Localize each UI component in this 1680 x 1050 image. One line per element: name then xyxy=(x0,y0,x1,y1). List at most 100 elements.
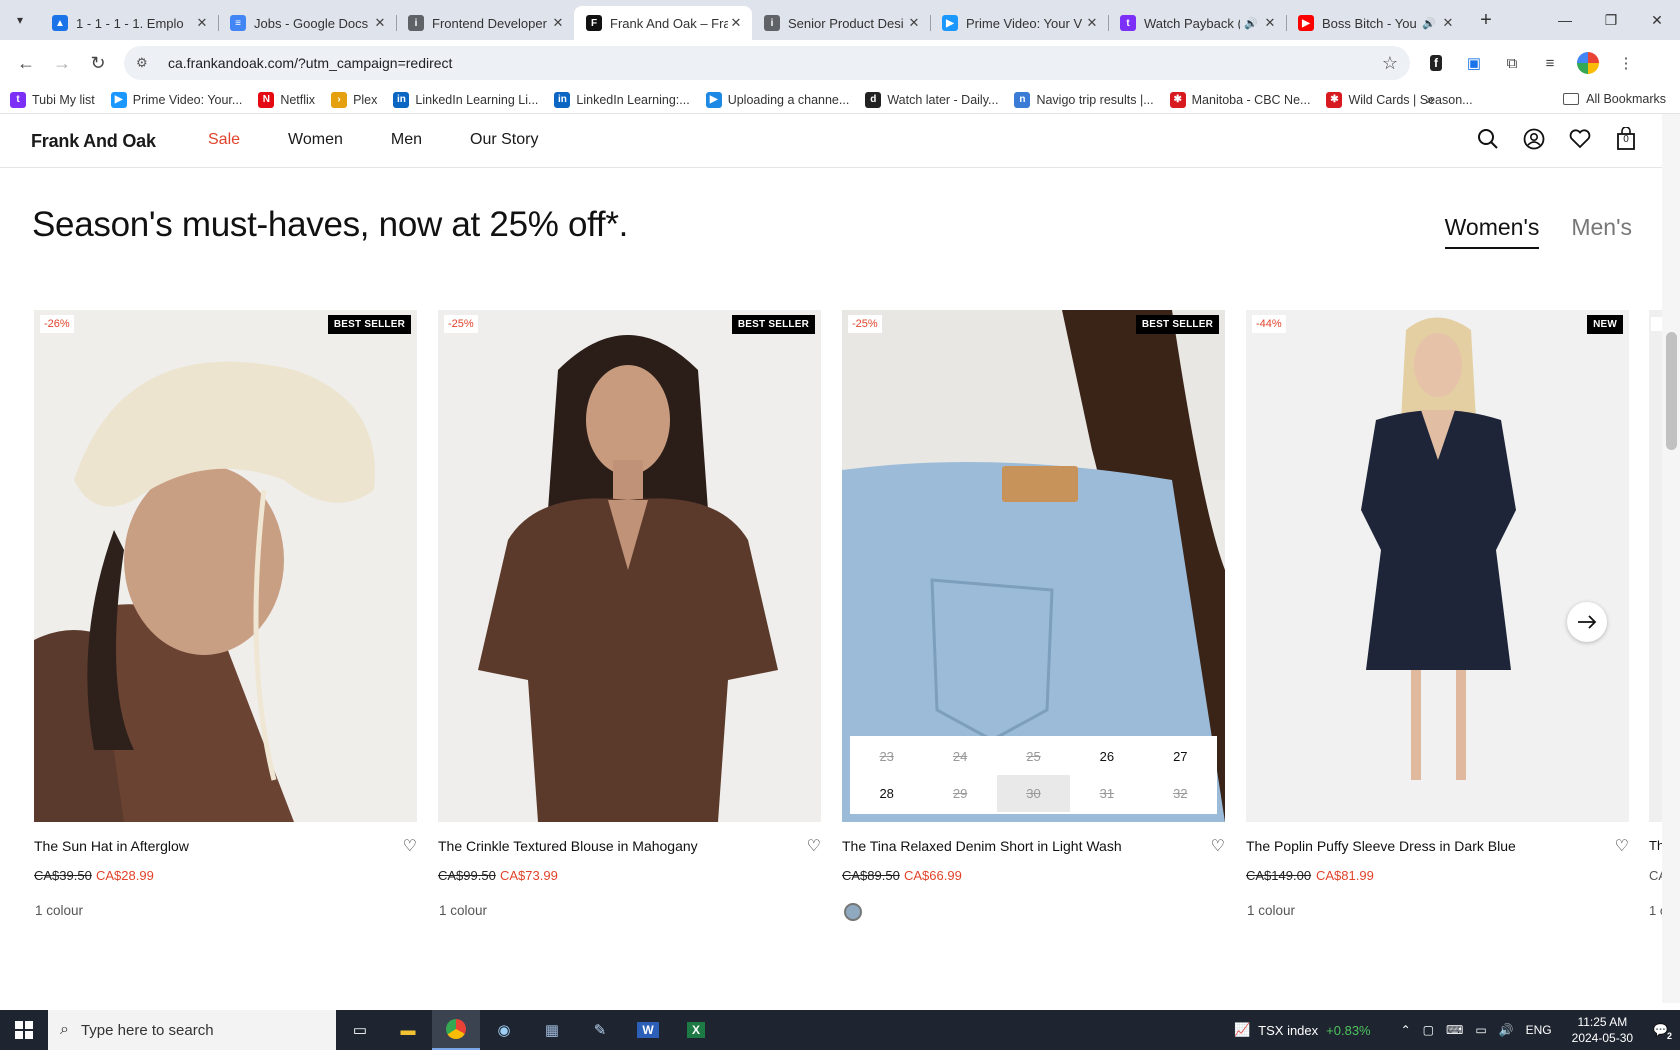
colour-swatch-light-wash[interactable] xyxy=(844,903,862,921)
meet-now-icon[interactable]: ▢ xyxy=(1423,1023,1434,1037)
new-tab-button[interactable]: + xyxy=(1470,9,1502,32)
tsx-widget[interactable]: 📈 TSX index +0.83% xyxy=(1234,1022,1371,1038)
profile-avatar[interactable] xyxy=(1574,49,1602,77)
notifications-icon[interactable]: 💬 2 xyxy=(1653,1023,1672,1041)
bookmark-item[interactable]: d Watch later - Daily... xyxy=(865,91,998,108)
url-text[interactable]: ca.frankandoak.com/?utm_campaign=redirec… xyxy=(168,55,1382,71)
bookmark-item[interactable]: ✱ Manitoba - CBC Ne... xyxy=(1169,91,1310,108)
excel-icon[interactable]: X xyxy=(672,1010,720,1050)
product-image[interactable]: -25% BEST SELLER 23 24 25 26 27 28 29 30 31 32 xyxy=(842,310,1225,822)
clock[interactable]: 11:25 AM 2024-05-30 xyxy=(1572,1014,1633,1046)
start-button[interactable] xyxy=(0,1010,48,1050)
bookmark-item[interactable]: in LinkedIn Learning:... xyxy=(554,91,690,108)
product-image[interactable]: -44% NEW xyxy=(1246,310,1629,822)
size-option[interactable]: 24 xyxy=(923,738,996,775)
close-tab-icon[interactable]: ✕ xyxy=(550,15,566,31)
media-control-icon[interactable]: ≡ xyxy=(1536,49,1564,77)
tab-womens[interactable]: Women's xyxy=(1444,214,1540,249)
carousel-next-button[interactable] xyxy=(1567,602,1607,642)
size-option[interactable]: 28 xyxy=(850,775,923,812)
account-icon[interactable] xyxy=(1522,126,1546,152)
product-card[interactable]: -26% BEST SELLER The Sun Hat in Afterglo… xyxy=(34,310,417,918)
product-image[interactable]: -25% BEST SELLER xyxy=(438,310,821,822)
product-name[interactable]: The Poplin Puffy Sleeve Dress in Dark Bl… xyxy=(1246,838,1516,854)
size-option[interactable]: 25 xyxy=(997,738,1070,775)
size-option[interactable]: 23 xyxy=(850,738,923,775)
reload-icon[interactable]: ↻ xyxy=(80,45,116,81)
favorite-heart-icon[interactable]: ♡ xyxy=(1615,836,1629,856)
chrome-icon[interactable] xyxy=(432,1010,480,1050)
bookmark-item[interactable]: › Plex xyxy=(331,91,377,108)
product-image[interactable]: -26% BEST SELLER xyxy=(34,310,417,822)
paint-icon[interactable]: ◉ xyxy=(480,1010,528,1050)
size-option[interactable]: 27 xyxy=(1144,738,1217,775)
bookmark-item[interactable]: n Navigo trip results |... xyxy=(1014,91,1154,108)
more-bookmarks-icon[interactable]: » xyxy=(1426,91,1434,107)
browser-tab[interactable]: ▶ Boss Bitch - You 🔊 ✕ xyxy=(1286,6,1464,40)
bookmark-star-icon[interactable]: ☆ xyxy=(1382,53,1398,74)
close-tab-icon[interactable]: ✕ xyxy=(372,15,388,31)
browser-tab[interactable]: F Frank And Oak – Fra ✕ xyxy=(574,6,752,40)
size-option[interactable]: 31 xyxy=(1070,775,1143,812)
close-tab-icon[interactable]: ✕ xyxy=(1084,15,1100,31)
browser-tab[interactable]: i Senior Product Desi ✕ xyxy=(752,6,930,40)
close-tab-icon[interactable]: ✕ xyxy=(1262,15,1278,31)
size-option[interactable]: 32 xyxy=(1144,775,1217,812)
word-icon[interactable]: W xyxy=(624,1010,672,1050)
audio-playing-icon[interactable]: 🔊 xyxy=(1422,17,1436,30)
chevron-up-icon[interactable]: ⌃ xyxy=(1401,1023,1411,1037)
language-indicator[interactable]: ENG xyxy=(1526,1023,1552,1037)
extension-icon[interactable]: f xyxy=(1422,49,1450,77)
scrollbar-thumb[interactable] xyxy=(1666,332,1677,450)
back-icon[interactable]: ← xyxy=(8,45,44,81)
close-tab-icon[interactable]: ✕ xyxy=(906,15,922,31)
product-card[interactable]: -25% BEST SELLER The Crinkle Textured Bl… xyxy=(438,310,821,918)
bookmark-item[interactable]: N Netflix xyxy=(258,91,315,108)
favorite-heart-icon[interactable]: ♡ xyxy=(807,836,821,856)
address-bar[interactable]: ⚙ ca.frankandoak.com/?utm_campaign=redir… xyxy=(124,46,1410,80)
favorite-heart-icon[interactable]: ♡ xyxy=(1211,836,1225,856)
network-icon[interactable]: ⌨ xyxy=(1446,1023,1463,1037)
close-tab-icon[interactable]: ✕ xyxy=(728,15,744,31)
browser-tab[interactable]: ▶ Prime Video: Your V ✕ xyxy=(930,6,1108,40)
forward-icon[interactable]: → xyxy=(44,45,80,81)
taskbar-search[interactable]: ⌕ Type here to search xyxy=(48,1010,336,1050)
nav-our-story[interactable]: Our Story xyxy=(470,131,538,149)
puzzle-icon[interactable]: ⧉ xyxy=(1498,49,1526,77)
restore-icon[interactable]: ❐ xyxy=(1588,0,1634,40)
bookmark-item[interactable]: in LinkedIn Learning Li... xyxy=(393,91,538,108)
search-icon[interactable] xyxy=(1476,126,1500,152)
close-window-icon[interactable]: ✕ xyxy=(1634,0,1680,40)
snipping-tool-icon[interactable]: ✎ xyxy=(576,1010,624,1050)
audio-playing-icon[interactable]: 🔊 xyxy=(1244,17,1258,30)
product-name[interactable]: The Sun Hat in Afterglow xyxy=(34,838,189,854)
nav-sale[interactable]: Sale xyxy=(208,131,240,149)
extension-icon[interactable]: ▣ xyxy=(1460,49,1488,77)
browser-tab[interactable]: i Frontend Developer ✕ xyxy=(396,6,574,40)
browser-tab[interactable]: t Watch Payback (🔊 ✕ xyxy=(1108,6,1286,40)
volume-icon[interactable]: 🔊 xyxy=(1499,1023,1514,1037)
size-option[interactable]: 26 xyxy=(1070,738,1143,775)
menu-icon[interactable]: ⋮ xyxy=(1612,49,1640,77)
task-view-icon[interactable]: ▭ xyxy=(336,1010,384,1050)
bookmark-item[interactable]: ▶ Prime Video: Your... xyxy=(110,91,242,108)
file-explorer-icon[interactable]: ▬ xyxy=(384,1010,432,1050)
product-name[interactable]: The Crinkle Textured Blouse in Mahogany xyxy=(438,838,698,854)
browser-tab[interactable]: ≡ Jobs - Google Docs ✕ xyxy=(218,6,396,40)
close-tab-icon[interactable]: ✕ xyxy=(194,15,210,31)
tab-search-button[interactable]: ▾ xyxy=(0,0,40,40)
wishlist-heart-icon[interactable] xyxy=(1568,126,1592,152)
bookmark-item[interactable]: t Tubi My list xyxy=(10,91,95,108)
cart-icon[interactable]: 0 xyxy=(1614,126,1638,152)
favorite-heart-icon[interactable]: ♡ xyxy=(403,836,417,856)
bookmark-item[interactable]: ✱ Wild Cards | Season... xyxy=(1326,91,1473,108)
display-icon[interactable]: ▭ xyxy=(1475,1023,1486,1037)
site-logo[interactable]: Frank And Oak xyxy=(31,131,156,152)
close-tab-icon[interactable]: ✕ xyxy=(1440,15,1456,31)
page-scrollbar[interactable] xyxy=(1662,114,1680,1003)
minimize-icon[interactable]: — xyxy=(1542,0,1588,40)
nav-women[interactable]: Women xyxy=(288,131,343,149)
calculator-icon[interactable]: ▦ xyxy=(528,1010,576,1050)
site-info-icon[interactable]: ⚙ xyxy=(136,55,156,71)
product-card[interactable]: -25% BEST SELLER 23 24 25 26 27 28 29 30 31 32 Th… xyxy=(842,310,1225,921)
